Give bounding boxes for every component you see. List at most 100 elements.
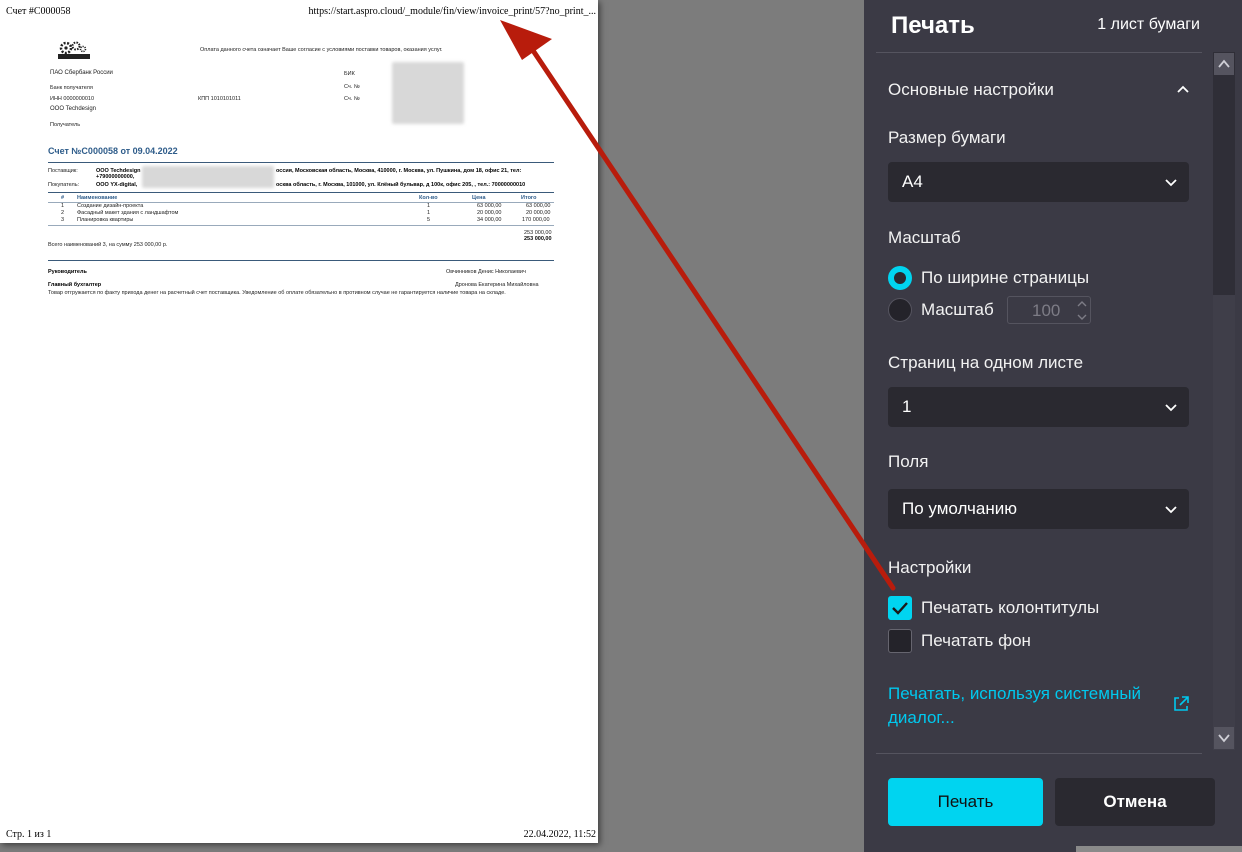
panel-title: Печать	[891, 12, 975, 39]
accountant-name: Дронова Екатерина Михайловна	[455, 282, 539, 288]
account-label-1: Сч. №	[344, 84, 360, 90]
chevron-down-icon	[1165, 506, 1177, 514]
scale-value: 100	[1032, 301, 1061, 320]
page-header-url: https://start.aspro.cloud/_module/fin/vi…	[308, 6, 596, 17]
row-qty: 5	[427, 217, 431, 223]
table-grand-total: 253 000,00	[524, 236, 552, 242]
paper-size-select[interactable]: A4	[888, 162, 1189, 202]
pages-per-sheet-label: Страниц на одном листе	[888, 353, 1084, 372]
paper-size-label: Размер бумаги	[888, 128, 1006, 147]
row-price: 63 000,00	[477, 203, 502, 209]
row-name: Фасадный макет здания с ландшафтом	[77, 210, 179, 216]
row-price: 34 000,00	[477, 217, 502, 223]
headers-footers-checkbox[interactable]	[888, 596, 912, 620]
sheet-count: 1 лист бумаги	[1097, 16, 1200, 33]
margins-select[interactable]: По умолчанию	[888, 489, 1189, 529]
table-top-line	[48, 192, 554, 193]
table-header-total: Итого	[521, 195, 537, 201]
window-edge	[1076, 846, 1242, 852]
section-title: Основные настройки	[888, 80, 1054, 99]
row-num: 3	[61, 217, 65, 223]
page-footer-date: 22.04.2022, 11:52	[523, 829, 596, 840]
buyer-address: осква область, г. Москва, 101000, ул. Кл…	[276, 182, 526, 188]
bik-label: БИК	[344, 71, 355, 77]
scrollbar-thumb[interactable]	[1213, 295, 1235, 750]
chevron-down-icon	[1165, 404, 1177, 412]
table-bottom-line	[48, 225, 554, 226]
company-name: ООО Techdesign	[50, 106, 97, 112]
redacted-bank-details	[392, 62, 464, 124]
chevron-down-icon	[1218, 734, 1230, 743]
background-checkbox[interactable]	[888, 629, 912, 653]
section-basic-settings[interactable]: Основные настройки	[888, 80, 1190, 102]
divider	[48, 162, 554, 163]
fit-width-label[interactable]: По ширине страницы	[921, 268, 1089, 288]
table-header-price: Цена	[472, 195, 486, 201]
background-label[interactable]: Печатать фон	[921, 631, 1031, 651]
pages-per-sheet-value: 1	[902, 397, 912, 416]
row-name: Планировка квартиры	[77, 217, 134, 223]
row-num: 1	[61, 203, 65, 209]
table-header-qty: Кол-во	[419, 195, 438, 201]
supplier-label: Поставщик:	[48, 168, 78, 174]
header-divider	[876, 52, 1202, 53]
spin-down-icon[interactable]	[1076, 311, 1088, 323]
invoice-summary: Всего наименований 3, на сумму 253 000,0…	[48, 242, 168, 248]
director-label: Руководитель	[48, 269, 87, 275]
cancel-button[interactable]: Отмена	[1055, 778, 1215, 826]
checkmark-icon	[892, 602, 908, 615]
row-qty: 1	[427, 210, 431, 216]
row-price: 20 000,00	[477, 210, 502, 216]
inn: ИНН 0000000010	[50, 96, 95, 102]
row-total: 63 000,00	[526, 203, 551, 209]
fit-width-radio[interactable]	[888, 266, 912, 290]
accountant-label: Главный бухгалтер	[48, 282, 102, 288]
preview-page: Счет #C000058 https://start.aspro.cloud/…	[0, 0, 598, 843]
spin-up-icon[interactable]	[1076, 298, 1088, 310]
invoice-notice: Оплата данного счета означает Ваше согла…	[200, 47, 443, 53]
buyer-value: ООО YX-digital,	[96, 182, 138, 188]
row-total: 170 000,00	[522, 217, 550, 223]
footer-divider	[876, 753, 1202, 754]
page-header-title: Счет #C000058	[6, 6, 71, 17]
company-logo	[58, 41, 90, 59]
recipient-label: Получатель	[50, 122, 81, 128]
row-num: 2	[61, 210, 65, 216]
row-total: 20 000,00	[526, 210, 551, 216]
headers-footers-label[interactable]: Печатать колонтитулы	[921, 598, 1099, 618]
redacted-address	[142, 166, 274, 188]
pages-per-sheet-select[interactable]: 1	[888, 387, 1189, 427]
invoice-note: Товар отгружается по факту прихода денег…	[48, 290, 506, 296]
divider	[48, 260, 554, 261]
table-header-name: Наименование	[77, 195, 118, 201]
account-label-2: Сч. №	[344, 96, 360, 102]
scroll-down-button[interactable]	[1214, 727, 1234, 749]
row-name: Создание дизайн-проекта	[77, 203, 144, 209]
buyer-label: Покупатель:	[48, 182, 80, 188]
bank-name: ПАО Сбербанк России	[50, 70, 113, 76]
scroll-up-button[interactable]	[1214, 53, 1234, 75]
panel-scrollbar[interactable]	[1213, 52, 1235, 750]
table-header-num: #	[61, 195, 65, 201]
scale-input[interactable]: 100	[1007, 296, 1091, 324]
row-qty: 1	[427, 203, 431, 209]
supplier-phone: +79000000000,	[96, 174, 135, 180]
print-preview-area: Счет #C000058 https://start.aspro.cloud/…	[0, 0, 864, 852]
supplier-address: оссия, Московская область, Москва, 41000…	[276, 168, 522, 174]
paper-size-value: A4	[902, 172, 923, 191]
page-footer-pages: Стр. 1 из 1	[6, 829, 52, 840]
chevron-up-icon	[1218, 59, 1230, 68]
margins-value: По умолчанию	[902, 499, 1017, 518]
custom-scale-label[interactable]: Масштаб	[921, 300, 994, 320]
chevron-down-icon	[1165, 179, 1177, 187]
print-button[interactable]: Печать	[888, 778, 1043, 826]
bank-recipient-label: Банк получателя	[50, 85, 93, 91]
invoice-title: Счет №C000058 от 09.04.2022	[48, 146, 178, 156]
settings-label: Настройки	[888, 558, 972, 577]
custom-scale-radio[interactable]	[888, 298, 912, 322]
system-dialog-link[interactable]: Печатать, используя системный диалог...	[888, 682, 1148, 730]
external-link-icon[interactable]	[1172, 695, 1190, 713]
print-settings-panel: Печать 1 лист бумаги Основные настройки …	[864, 0, 1242, 852]
scale-label: Масштаб	[888, 228, 961, 247]
chevron-up-icon	[1177, 85, 1189, 93]
